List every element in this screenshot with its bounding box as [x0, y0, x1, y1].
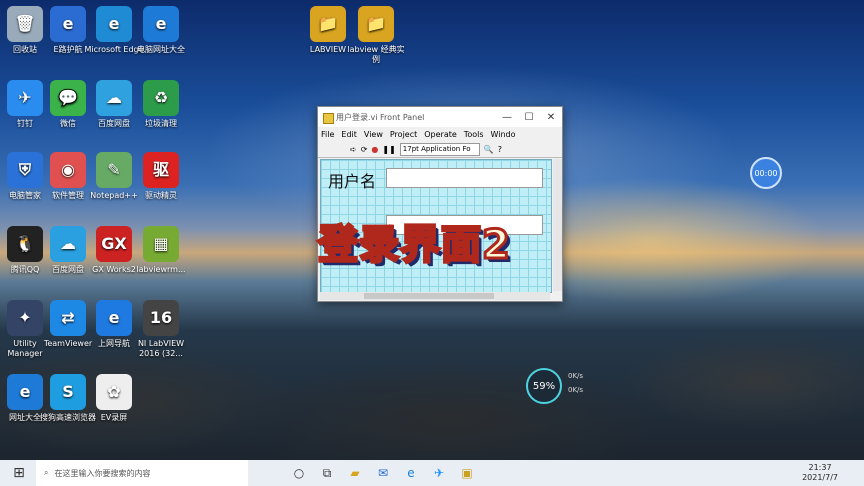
app-icon: e [96, 300, 132, 336]
desktop-icon[interactable]: ✿ EV录屏 [84, 374, 144, 423]
desktop-icon-label: labviewrm... [136, 265, 186, 274]
labview-taskbar-icon[interactable]: ▣ [456, 464, 478, 482]
clock-date: 2021/7/7 [802, 473, 838, 482]
menu-project[interactable]: Project [390, 130, 417, 139]
desktop-icon-label: EV录屏 [100, 413, 128, 422]
video-caption: 登录界面2 [317, 221, 512, 270]
desktop-icon-label: NI LabVIEW 2016 (32... [137, 339, 185, 358]
clock-time: 21:37 [808, 463, 832, 472]
app-icon: ⇄ [50, 300, 86, 336]
app-icon: GX [96, 226, 132, 262]
percent-ring: 59% [526, 368, 562, 404]
taskbar: ⊞ ⌕ 在这里输入你要搜索的内容 ○ ⧉ ▰ ✉ e ✈ ▣ 21:37 202… [0, 460, 864, 486]
upload-speed: 0K/s [568, 372, 584, 380]
dingtalk-icon[interactable]: ✈ [428, 464, 450, 482]
app-icon: e [50, 6, 86, 42]
menu-tools[interactable]: Tools [464, 130, 484, 139]
desktop-icon[interactable]: 📁 labview 经典实例 [346, 6, 406, 65]
app-icon: ▦ [143, 226, 179, 262]
app-icon: ✿ [96, 374, 132, 410]
username-label: 用户名 [328, 172, 377, 191]
search-icon: ⌕ [44, 468, 49, 477]
menu-view[interactable]: View [364, 130, 383, 139]
app-icon: ✎ [96, 152, 132, 188]
desktop-icon-label: 驱动精灵 [145, 191, 177, 200]
run-arrow-icon[interactable]: ➪ [350, 145, 357, 154]
toolbar: ➪ ⟳ ● ❚❚ 17pt Application Fo 🔍 ? [318, 141, 562, 158]
task-view-icon[interactable]: ⧉ [316, 464, 338, 482]
desktop-icon-label: labview 经典实例 [347, 45, 405, 64]
menu-edit[interactable]: Edit [341, 130, 357, 139]
abort-icon[interactable]: ● [371, 145, 378, 154]
maximize-button[interactable]: ☐ [518, 112, 540, 123]
window-title: 用户登录.vi Front Panel [318, 112, 496, 124]
desktop-icon[interactable]: ♻ 垃圾清理 [131, 80, 191, 129]
app-icon: 📁 [358, 6, 394, 42]
app-icon: S [50, 374, 86, 410]
percent-text: 59% [532, 380, 556, 392]
desktop-icon[interactable]: ▦ labviewrm... [131, 226, 191, 275]
run-continuously-icon[interactable]: ⟳ [361, 145, 368, 154]
taskbar-search[interactable]: ⌕ 在这里输入你要搜索的内容 [36, 460, 248, 486]
desktop-icon[interactable]: 驱驱动精灵 [131, 152, 191, 201]
app-icon: 驱 [143, 152, 179, 188]
desktop-icon[interactable]: e 电脑网址大全 [131, 6, 191, 55]
horizontal-scrollbar[interactable] [320, 292, 550, 300]
app-icon: ☁ [96, 80, 132, 116]
app-icon: ◉ [50, 152, 86, 188]
clock[interactable]: 21:37 2021/7/7 [802, 463, 838, 483]
file-explorer-icon[interactable]: ▰ [344, 464, 366, 482]
app-icon: ♻ [143, 80, 179, 116]
menu-window[interactable]: Windo [491, 130, 516, 139]
vertical-scrollbar[interactable] [553, 159, 562, 291]
network-widget[interactable]: 59% 0K/s 0K/s [526, 368, 596, 404]
app-icon: e [143, 6, 179, 42]
help-icon[interactable]: ? [498, 145, 502, 154]
font-selector[interactable]: 17pt Application Fo [399, 142, 480, 156]
pause-icon[interactable]: ❚❚ [382, 145, 395, 154]
minimize-button[interactable]: — [496, 112, 518, 123]
download-speed: 0K/s [568, 386, 584, 394]
menu-operate[interactable]: Operate [424, 130, 457, 139]
search-icon[interactable]: 🔍 [484, 145, 494, 154]
close-button[interactable]: ✕ [540, 112, 562, 123]
app-icon: 📁 [310, 6, 346, 42]
desktop-icon-label: 电脑网址大全 [137, 45, 185, 54]
username-input[interactable] [386, 168, 543, 188]
browser-icon[interactable]: e [400, 464, 422, 482]
app-icon: e [96, 6, 132, 42]
app-icon: ☁ [50, 226, 86, 262]
desktop-icon[interactable]: 16 NI LabVIEW 2016 (32... [131, 300, 191, 359]
desktop-icon-label: 垃圾清理 [145, 119, 177, 128]
timer-text: 00:00 [754, 168, 778, 178]
windows-start-icon[interactable]: ⊞ [8, 464, 30, 482]
menu-bar: File Edit View Project Operate Tools Win… [318, 127, 562, 141]
labview-front-panel-window[interactable]: 用户登录.vi Front Panel — ☐ ✕ File Edit View… [317, 106, 563, 302]
menu-file[interactable]: File [321, 130, 334, 139]
scroll-thumb[interactable] [364, 293, 494, 299]
app-icon: 16 [143, 300, 179, 336]
app-icon: 💬 [50, 80, 86, 116]
timer-widget[interactable]: 00:00 [750, 157, 782, 189]
window-titlebar[interactable]: 用户登录.vi Front Panel — ☐ ✕ [318, 107, 562, 127]
search-placeholder: 在这里输入你要搜索的内容 [54, 468, 151, 478]
mail-icon[interactable]: ✉ [372, 464, 394, 482]
cortana-icon[interactable]: ○ [288, 464, 310, 482]
